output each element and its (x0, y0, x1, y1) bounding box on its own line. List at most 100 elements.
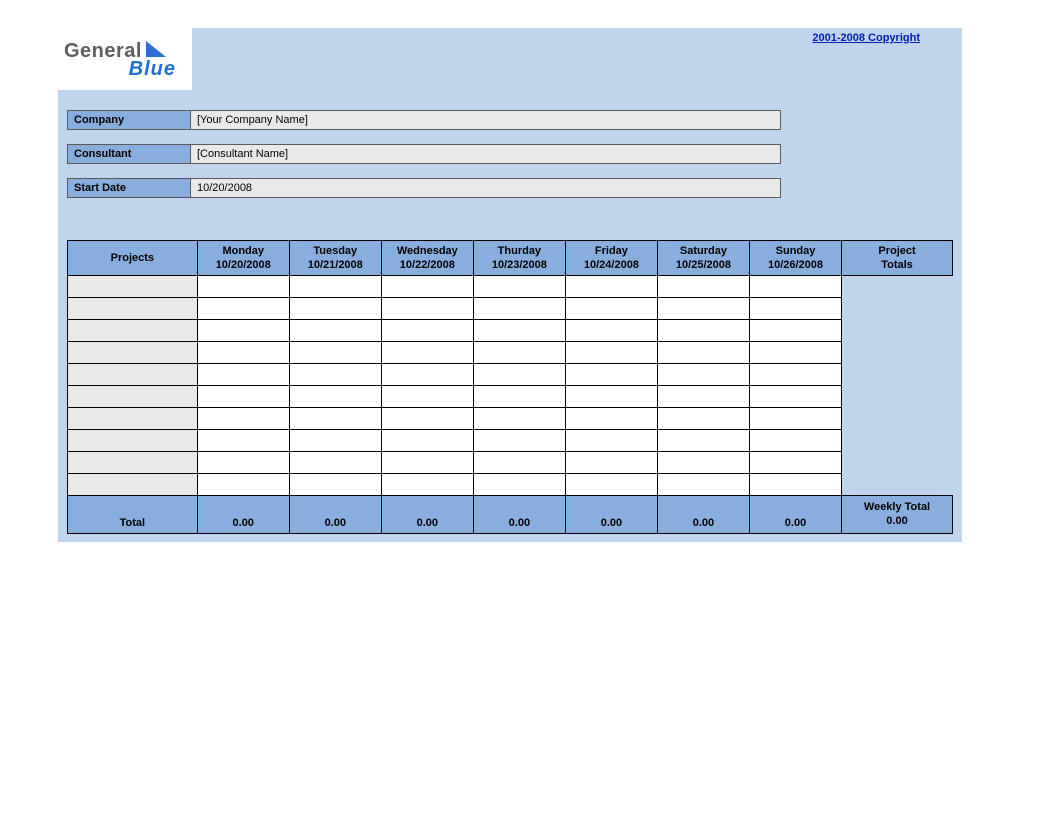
project-cell[interactable] (68, 342, 198, 364)
project-cell[interactable] (68, 320, 198, 342)
hours-cell[interactable] (289, 452, 381, 474)
hours-cell[interactable] (289, 386, 381, 408)
project-cell[interactable] (68, 474, 198, 496)
hours-cell[interactable] (473, 474, 565, 496)
hours-cell[interactable] (381, 430, 473, 452)
project-cell[interactable] (68, 430, 198, 452)
project-cell[interactable] (68, 386, 198, 408)
hours-cell[interactable] (749, 298, 841, 320)
copyright-link[interactable]: 2001-2008 Copyright (812, 28, 962, 44)
hours-cell[interactable] (473, 386, 565, 408)
col-friday: Friday10/24/2008 (565, 241, 657, 276)
weekly-total: Weekly Total 0.00 (842, 496, 953, 534)
hours-cell[interactable] (749, 320, 841, 342)
hours-cell[interactable] (197, 474, 289, 496)
hours-cell[interactable] (289, 430, 381, 452)
hours-cell[interactable] (565, 474, 657, 496)
hours-cell[interactable] (657, 276, 749, 298)
project-cell[interactable] (68, 408, 198, 430)
hours-cell[interactable] (197, 430, 289, 452)
hours-cell[interactable] (749, 364, 841, 386)
hours-cell[interactable] (289, 276, 381, 298)
hours-cell[interactable] (197, 408, 289, 430)
hours-cell[interactable] (749, 452, 841, 474)
hours-cell[interactable] (657, 430, 749, 452)
hours-cell[interactable] (565, 342, 657, 364)
hours-cell[interactable] (565, 320, 657, 342)
project-cell[interactable] (68, 452, 198, 474)
hours-cell[interactable] (381, 408, 473, 430)
hours-cell[interactable] (473, 276, 565, 298)
hours-cell[interactable] (381, 452, 473, 474)
project-cell[interactable] (68, 364, 198, 386)
hours-cell[interactable] (657, 364, 749, 386)
hours-cell[interactable] (381, 320, 473, 342)
hours-cell[interactable] (381, 276, 473, 298)
hours-cell[interactable] (289, 364, 381, 386)
hours-cell[interactable] (749, 342, 841, 364)
hours-cell[interactable] (473, 342, 565, 364)
hours-cell[interactable] (565, 276, 657, 298)
hours-cell[interactable] (657, 452, 749, 474)
hours-cell[interactable] (197, 276, 289, 298)
hours-cell[interactable] (565, 364, 657, 386)
hours-cell[interactable] (473, 430, 565, 452)
hours-cell[interactable] (657, 298, 749, 320)
hours-cell[interactable] (289, 298, 381, 320)
logo: General Blue (58, 28, 192, 90)
hours-cell[interactable] (473, 298, 565, 320)
hours-cell[interactable] (289, 342, 381, 364)
col-thursday: Thurday10/23/2008 (473, 241, 565, 276)
hours-cell[interactable] (565, 430, 657, 452)
table-row (68, 386, 953, 408)
total-sat: 0.00 (657, 496, 749, 534)
total-label: Total (68, 496, 198, 534)
project-cell[interactable] (68, 276, 198, 298)
hours-cell[interactable] (749, 276, 841, 298)
startdate-input[interactable]: 10/20/2008 (191, 178, 781, 198)
hours-cell[interactable] (749, 474, 841, 496)
project-total-cell (842, 276, 953, 298)
project-total-cell (842, 430, 953, 452)
hours-cell[interactable] (657, 386, 749, 408)
hours-cell[interactable] (289, 474, 381, 496)
hours-cell[interactable] (565, 452, 657, 474)
project-total-cell (842, 408, 953, 430)
hours-cell[interactable] (381, 474, 473, 496)
hours-cell[interactable] (197, 320, 289, 342)
table-row (68, 342, 953, 364)
hours-cell[interactable] (473, 320, 565, 342)
hours-cell[interactable] (473, 408, 565, 430)
hours-cell[interactable] (749, 430, 841, 452)
hours-cell[interactable] (289, 408, 381, 430)
hours-cell[interactable] (381, 386, 473, 408)
hours-cell[interactable] (473, 452, 565, 474)
hours-cell[interactable] (197, 452, 289, 474)
company-input[interactable]: [Your Company Name] (191, 110, 781, 130)
timesheet-sheet: General Blue 2001-2008 Copyright Company… (58, 28, 962, 542)
hours-cell[interactable] (381, 364, 473, 386)
consultant-input[interactable]: [Consultant Name] (191, 144, 781, 164)
hours-cell[interactable] (289, 320, 381, 342)
table-row (68, 408, 953, 430)
hours-cell[interactable] (381, 298, 473, 320)
hours-cell[interactable] (565, 386, 657, 408)
hours-cell[interactable] (197, 342, 289, 364)
hours-cell[interactable] (657, 474, 749, 496)
project-total-cell (842, 320, 953, 342)
hours-cell[interactable] (381, 342, 473, 364)
hours-cell[interactable] (473, 364, 565, 386)
hours-cell[interactable] (657, 320, 749, 342)
project-cell[interactable] (68, 298, 198, 320)
hours-cell[interactable] (565, 408, 657, 430)
hours-cell[interactable] (657, 342, 749, 364)
hours-cell[interactable] (657, 408, 749, 430)
startdate-label: Start Date (67, 178, 191, 198)
hours-cell[interactable] (197, 298, 289, 320)
hours-cell[interactable] (565, 298, 657, 320)
hours-cell[interactable] (749, 408, 841, 430)
hours-cell[interactable] (197, 386, 289, 408)
hours-cell[interactable] (749, 386, 841, 408)
consultant-label: Consultant (67, 144, 191, 164)
hours-cell[interactable] (197, 364, 289, 386)
